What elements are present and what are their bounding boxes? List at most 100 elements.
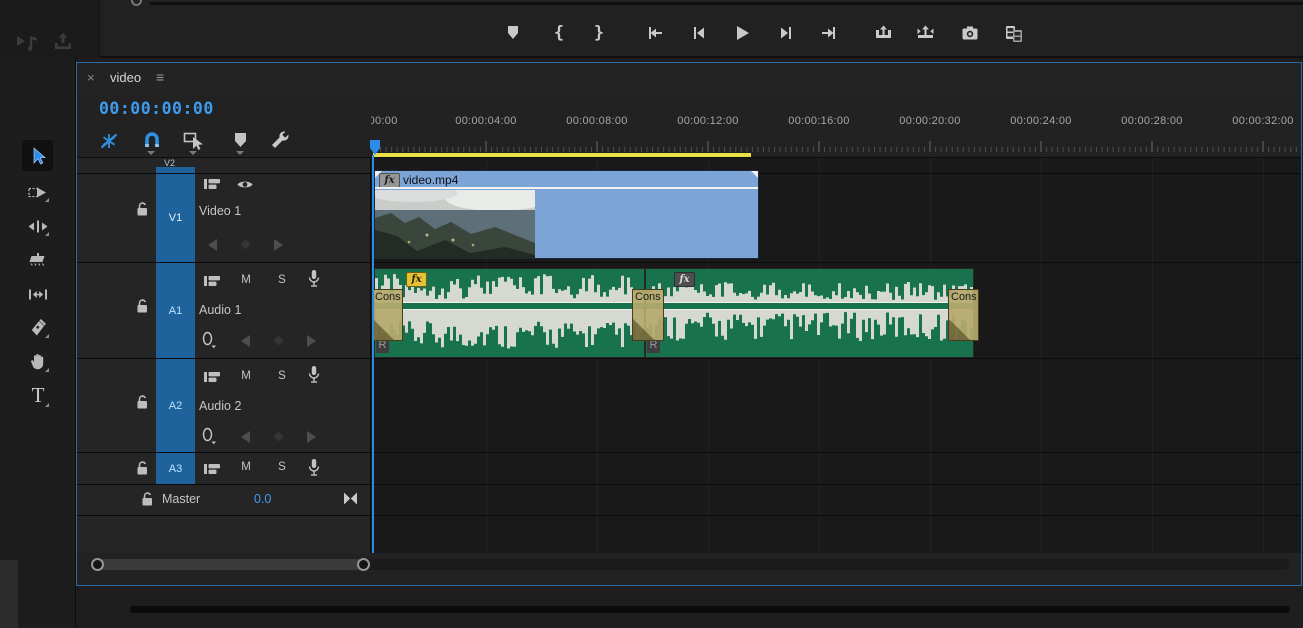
track-a2-patch[interactable]: A2 (156, 359, 195, 452)
track-a1-sync-lock-icon[interactable] (202, 272, 222, 289)
track-a2-patch-label: A2 (169, 400, 182, 412)
audio-transition-constant-power[interactable]: Cons (372, 289, 403, 341)
track-a1-lock-icon[interactable] (134, 297, 150, 315)
step-back-button[interactable] (688, 22, 710, 44)
track-a2-keyframe-display-button[interactable] (201, 426, 219, 446)
monitor-zoom-track[interactable] (150, 2, 1303, 5)
export-frame-button[interactable] (959, 22, 981, 44)
tool-flyout-indicator (45, 368, 49, 372)
selection-tool[interactable] (25, 143, 50, 168)
pen-tool[interactable] (27, 316, 50, 339)
audio-clip-1-fx-badge[interactable]: fx (406, 272, 427, 287)
track-master-bowtie-icon[interactable] (342, 491, 359, 506)
track-v1-lock-icon[interactable] (134, 200, 150, 218)
track-a3-sync-lock-icon[interactable] (202, 460, 222, 477)
track-master-name[interactable]: Master (162, 492, 200, 506)
track-a3-patch[interactable]: A3 (156, 453, 195, 484)
timeline-zoom-scrollbar-thumb[interactable] (97, 559, 364, 570)
tab-title[interactable]: video (110, 70, 141, 85)
playhead-timecode[interactable]: 00:00:00:00 (99, 99, 214, 118)
tab-close-icon[interactable]: × (87, 70, 95, 85)
track-a2-mute-button[interactable]: M (239, 370, 253, 382)
ripple-edit-tool[interactable] (26, 215, 50, 237)
slip-tool[interactable] (26, 283, 50, 305)
track-master-lock-icon[interactable] (139, 490, 155, 508)
track-a1-name[interactable]: Audio 1 (199, 303, 241, 317)
bottom-left-block (0, 560, 18, 628)
mark-out-button[interactable]: } (588, 22, 610, 44)
play-button[interactable] (730, 21, 754, 45)
audio-transition-constant-power[interactable]: Cons (632, 289, 664, 341)
panel-menu-icon[interactable]: ≡ (156, 69, 164, 85)
timeline-zoom-handle-left[interactable] (91, 558, 104, 571)
track-a1-voiceover-mic-icon[interactable] (305, 268, 323, 290)
track-a2-solo-button[interactable]: S (275, 370, 289, 382)
audio-waveform (646, 269, 973, 302)
track-v2-patch[interactable] (156, 167, 195, 173)
snap-icon[interactable] (139, 127, 165, 153)
playhead-marker[interactable] (367, 139, 383, 156)
razor-tool[interactable] (27, 249, 49, 271)
track-a3-lock-icon[interactable] (134, 459, 150, 477)
mark-in-button[interactable]: { (548, 22, 570, 44)
video-clip-fx-badge[interactable]: fx (379, 173, 400, 188)
track-a1-prev-keyframe[interactable] (241, 335, 250, 347)
track-v1-patch[interactable]: V1 (156, 174, 195, 262)
track-a3-voiceover-mic-icon[interactable] (305, 457, 323, 479)
playhead-line[interactable] (372, 155, 374, 553)
track-a3-mute-button[interactable]: M (239, 461, 253, 473)
timeline-settings-wrench-icon[interactable] (267, 127, 293, 153)
track-master-volume[interactable]: 0.0 (254, 492, 271, 506)
audio-clip-2[interactable]: fx R (645, 268, 974, 358)
go-to-in-button[interactable] (644, 22, 666, 44)
play-audio-preview-icon[interactable] (14, 30, 40, 54)
go-to-out-button[interactable] (818, 22, 840, 44)
audio-clip-2-fx-badge[interactable]: fx (674, 272, 695, 287)
track-a2-name[interactable]: Audio 2 (199, 399, 241, 413)
ruler-label: 00:00:32:00 (1232, 115, 1293, 127)
timeline-panel: × video ≡ 00:00:00:00 00:00:0000:00:04:0… (76, 62, 1302, 586)
header-content-split[interactable] (370, 158, 371, 553)
track-a1-patch[interactable]: A1 (156, 263, 195, 358)
add-marker-button[interactable] (502, 22, 524, 44)
track-a2-sync-lock-icon[interactable] (202, 368, 222, 385)
bottom-horizontal-scrollbar[interactable] (130, 606, 1290, 613)
track-a2-next-keyframe[interactable] (307, 431, 316, 443)
audio-transition-constant-power[interactable]: Cons (948, 289, 979, 341)
insert-nest-toggle-icon[interactable] (97, 129, 121, 153)
track-a1-solo-button[interactable]: S (275, 274, 289, 286)
audio-clip-1[interactable]: fx R (374, 268, 645, 358)
linked-selection-icon[interactable] (181, 129, 207, 153)
hand-tool[interactable] (26, 349, 50, 373)
track-a1-next-keyframe[interactable] (307, 335, 316, 347)
track-a1-keyframe-display-button[interactable] (201, 330, 219, 350)
ruler-label: 00:00:20:00 (899, 115, 960, 127)
extract-button[interactable] (914, 22, 936, 44)
track-v1-next-keyframe[interactable] (274, 239, 283, 251)
track-a1-mute-button[interactable]: M (239, 274, 253, 286)
timeline-zoom-handle-right[interactable] (357, 558, 370, 571)
export-media-icon[interactable] (50, 30, 76, 54)
track-a3-solo-button[interactable]: S (275, 461, 289, 473)
track-v1-prev-keyframe[interactable] (208, 239, 217, 251)
type-tool[interactable]: T (26, 382, 50, 408)
ruler-label: 00:00:24:00 (1010, 115, 1071, 127)
track-a2-prev-keyframe[interactable] (241, 431, 250, 443)
compare-frames-button[interactable] (1003, 22, 1025, 44)
step-forward-button[interactable] (775, 22, 797, 44)
track-v1-sync-lock-icon[interactable] (202, 175, 222, 192)
monitor-zoom-handle[interactable] (131, 0, 142, 6)
lift-button[interactable] (872, 22, 894, 44)
ruler-labels[interactable]: 00:00:0000:00:04:0000:00:08:0000:00:12:0… (371, 115, 1301, 131)
track-v1-name[interactable]: Video 1 (199, 204, 241, 218)
track-select-forward-tool[interactable] (26, 181, 50, 203)
tool-flyout-indicator (45, 198, 49, 202)
video-clip[interactable]: fx video.mp4 (374, 170, 759, 259)
track-a2-voiceover-mic-icon[interactable] (305, 364, 323, 386)
add-marker-icon[interactable] (230, 130, 250, 150)
track-v1-output-eye-icon[interactable] (235, 176, 255, 192)
ruler-ticks[interactable] (371, 139, 1301, 153)
clip-corner-notch (751, 171, 758, 178)
ruler-label: 00:00:12:00 (677, 115, 738, 127)
track-a2-lock-icon[interactable] (134, 393, 150, 411)
